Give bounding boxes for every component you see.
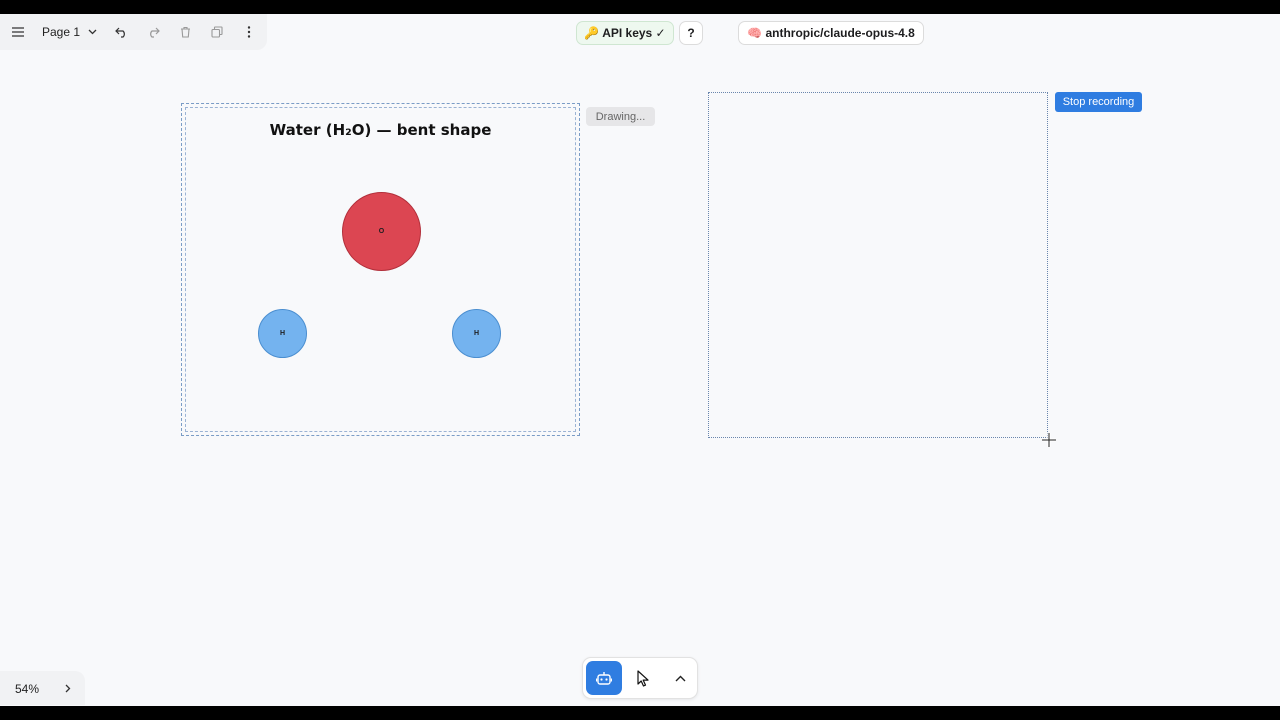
kebab-icon [247, 26, 251, 38]
hydrogen-atom-right[interactable]: H [452, 309, 501, 358]
undo-icon [114, 27, 125, 38]
tool-dock [582, 657, 698, 699]
molecule-frame[interactable]: Water (H₂O) — bent shape O H H [181, 103, 580, 436]
zoom-expand-button[interactable] [60, 680, 76, 696]
delete-button[interactable] [174, 21, 196, 43]
hydrogen-atom-right-label: H [473, 330, 480, 337]
ai-agent-tool-button[interactable] [586, 661, 622, 695]
robot-icon [596, 672, 612, 685]
main-toolbar: Page 1 [0, 14, 267, 50]
more-tools-button[interactable] [662, 661, 698, 695]
zoom-panel: 54% [0, 671, 85, 705]
redo-button[interactable] [142, 21, 164, 43]
help-label: ? [687, 26, 695, 40]
hydrogen-atom-left-label: H [279, 330, 286, 337]
undo-button[interactable] [110, 21, 132, 43]
pointer-icon [637, 669, 649, 687]
model-selector[interactable]: 🧠 anthropic/claude-opus-4.8 [738, 21, 924, 45]
chevron-right-icon [65, 684, 71, 692]
stop-recording-label: Stop recording [1062, 96, 1135, 108]
chevron-up-icon [675, 675, 685, 681]
hamburger-icon [12, 27, 24, 37]
api-keys-label: 🔑 API keys ✓ [584, 26, 666, 40]
page-selector[interactable]: Page 1 [36, 21, 103, 43]
menu-button[interactable] [7, 21, 29, 43]
more-options-button[interactable] [238, 21, 260, 43]
oxygen-atom[interactable]: O [342, 192, 421, 271]
chevron-down-icon [88, 29, 97, 35]
drawing-status-text: Drawing... [595, 110, 646, 123]
model-label: 🧠 anthropic/claude-opus-4.8 [747, 26, 915, 40]
trash-icon [180, 26, 190, 38]
redo-icon [149, 27, 160, 38]
help-button[interactable]: ? [679, 21, 703, 45]
api-keys-button[interactable]: 🔑 API keys ✓ [576, 21, 674, 45]
molecule-title: Water (H₂O) — bent shape [269, 121, 492, 139]
hydrogen-atom-left[interactable]: H [258, 309, 307, 358]
oxygen-atom-label: O [378, 228, 385, 235]
crosshair-cursor-icon [1042, 433, 1056, 447]
duplicate-icon [211, 26, 223, 38]
duplicate-button[interactable] [206, 21, 228, 43]
select-tool-button[interactable] [625, 661, 661, 695]
bottom-black-bar [0, 706, 1280, 720]
top-black-bar [0, 0, 1280, 14]
zoom-level: 54% [15, 682, 40, 696]
empty-frame[interactable] [708, 92, 1048, 438]
stop-recording-button[interactable]: Stop recording [1055, 92, 1142, 112]
page-selector-label: Page 1 [42, 25, 81, 39]
drawing-status-badge: Drawing... [586, 107, 655, 126]
